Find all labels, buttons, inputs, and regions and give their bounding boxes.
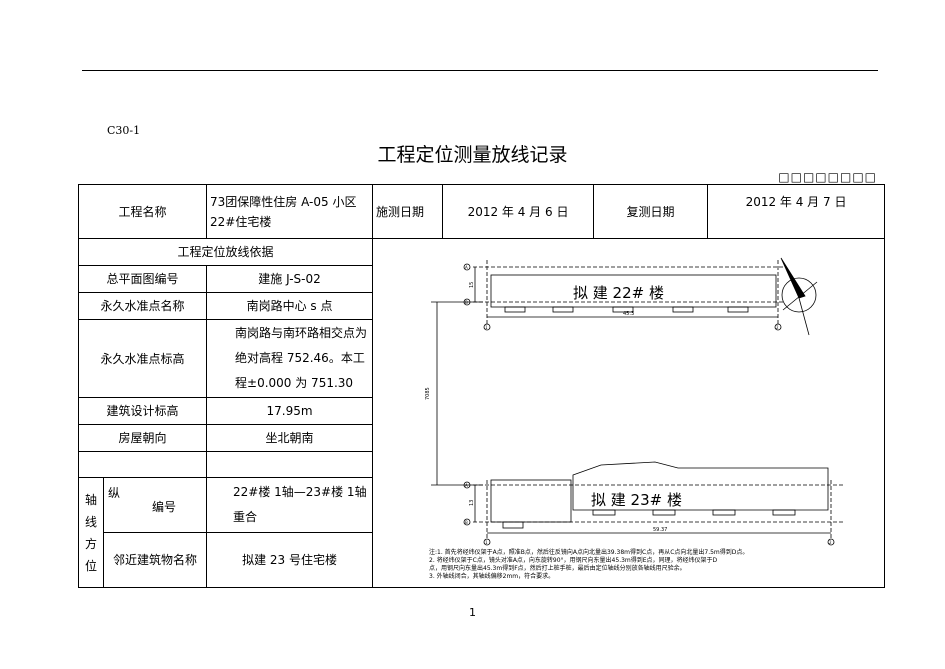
- axis-number-label-cell: 纵 编号: [102, 477, 208, 533]
- orientation-label: 房屋朝向: [77, 424, 208, 452]
- project-name-value: 73团保障性住房 A-05 小区 22#住宅楼: [206, 184, 374, 239]
- axis-1-bottom: 1: [485, 540, 488, 545]
- drawing-note-2: 2. 将经纬仪架于C点，镜头对准A点，向东旋转90°，用钢尺向东量出45.3m得…: [429, 556, 718, 564]
- project-name-label: 工程名称: [77, 184, 208, 239]
- site-plan-drawing: 拟 建 22# 楼 拟 建 23# 楼 45.3 59.37 7085 15 1…: [425, 257, 844, 580]
- basis-header: 工程定位放线依据: [77, 238, 374, 266]
- axis-sub-label: 纵: [108, 486, 121, 500]
- record-table: 工程名称 73团保障性住房 A-05 小区 22#住宅楼 施测日期 2012 年…: [77, 184, 886, 588]
- survey-date-label: 施测日期: [373, 185, 444, 238]
- benchmark-elevation-label: 永久水准点标高: [77, 319, 208, 398]
- axis-number-value: 22#楼 1轴—23#楼 1轴重合: [206, 477, 374, 533]
- benchmark-name-value: 南岗路中心 s 点: [206, 292, 374, 320]
- axis-1-top: 1: [485, 325, 488, 330]
- layout-drawing: 拟 建 22# 楼 拟 建 23# 楼 45.3 59.37 7085 15 1…: [372, 238, 886, 588]
- benchmark-elevation-value: 南岗路与南环路相交点为绝对高程 752.46。本工程±0.000 为 751.3…: [206, 319, 374, 398]
- form-code: C30-1: [107, 124, 141, 137]
- recheck-date-label: 复测日期: [594, 185, 709, 238]
- axis-a-bottom: A: [465, 483, 468, 488]
- dim-bottom: 59.37: [653, 527, 667, 533]
- building-22-label: 拟 建 22# 楼: [573, 284, 664, 302]
- dim-vertical: 7085: [425, 387, 431, 400]
- adjacent-building-value: 拟建 23 号住宅楼: [206, 532, 374, 588]
- adjacent-building-label: 邻近建筑物名称: [102, 532, 208, 588]
- drawing-note-3: 点，用钢尺向东量出45.3m得到F点，然后打上桩手桩，最后由定位轴线分别放各轴线…: [429, 564, 686, 572]
- drawing-note-4: 3. 外轴线闭合，其轴线偏移2mm，符合要求。: [429, 572, 554, 580]
- blank-label: [77, 451, 208, 478]
- orientation-value: 坐北朝南: [206, 424, 374, 452]
- header-rule: [82, 70, 878, 71]
- survey-date-value: 2012 年 4 月 6 日: [443, 185, 595, 238]
- plan-number-label: 总平面图编号: [77, 265, 208, 293]
- design-elevation-value: 17.95m: [206, 397, 374, 425]
- page-title: 工程定位测量放线记录: [377, 144, 568, 166]
- recheck-date-value: 2012 年 4 月 7 日: [745, 195, 847, 209]
- axis-2-top: 2: [776, 325, 779, 330]
- axis-b-top: B: [465, 300, 468, 305]
- building-23-label: 拟 建 23# 楼: [591, 491, 682, 509]
- axis-b-bottom: B: [465, 520, 468, 525]
- checkbox-row: □□□□□□□□: [778, 170, 877, 184]
- design-elevation-label: 建筑设计标高: [77, 397, 208, 425]
- drawing-note-1: 注:1. 首先将经纬仪架于A点，照准B点，然后往反镜向A点向北量出39.38m得…: [429, 548, 748, 556]
- dim-top: 45.3: [623, 311, 634, 317]
- axis-direction-label: 轴线方位: [78, 477, 104, 588]
- axis-2-bottom: 2: [829, 540, 832, 545]
- dim-small-1: 15: [469, 281, 475, 287]
- axis-direction-text: 轴线方位: [84, 492, 97, 573]
- north-arrow-icon: [780, 257, 818, 335]
- dim-small-2: 13: [469, 499, 475, 505]
- axis-number-label: 编号: [152, 500, 177, 514]
- date-cell: 施测日期 2012 年 4 月 6 日 复测日期 2012 年 4 月 7 日: [372, 184, 886, 239]
- page-number: 1: [469, 606, 476, 619]
- axis-a-top: A: [465, 265, 468, 270]
- plan-number-value: 建施 J-S-02: [206, 265, 374, 293]
- benchmark-name-label: 永久水准点名称: [77, 292, 208, 320]
- blank-value: [206, 451, 374, 478]
